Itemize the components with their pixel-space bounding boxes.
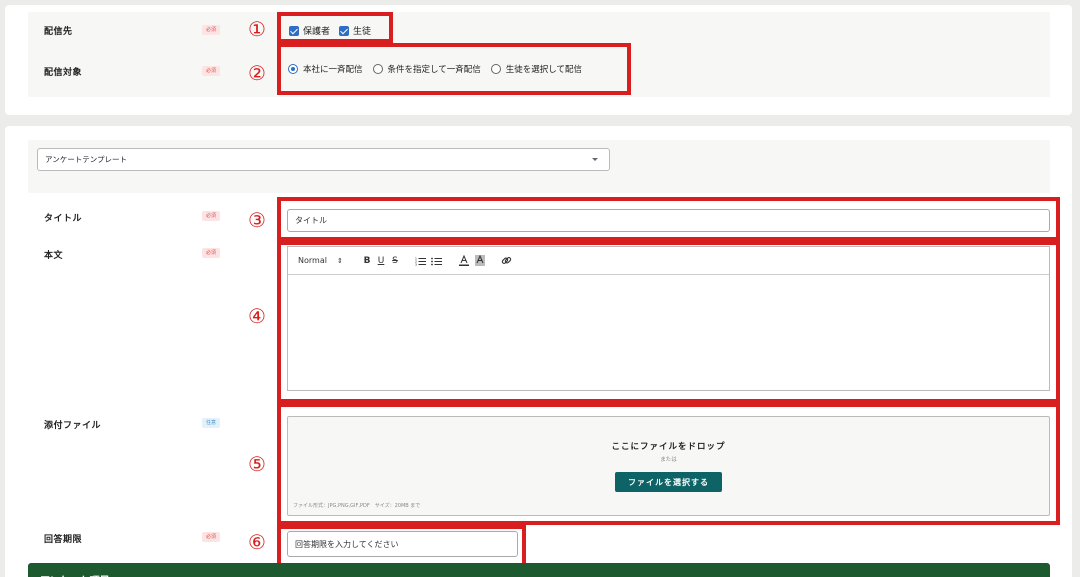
template-select[interactable]: アンケートテンプレート [37,148,610,171]
deadline-input-placeholder: 回答期限を入力してください [295,539,399,549]
svg-text:3: 3 [415,262,417,266]
radio-condition-label: 条件を指定して一斉配信 [387,65,481,75]
body-rich-text-editor: Normal ⇕ B U S 123 [287,246,1050,391]
attachment-label: 添付ファイル [44,421,102,431]
format-select-value: Normal [298,256,327,265]
radio-selected-icon [288,64,298,74]
annotation-2: ② [248,61,266,85]
ordered-list-icon[interactable]: 123 [412,254,428,268]
text-color-icon[interactable] [456,254,472,268]
annotation-1: ① [248,17,266,41]
drop-zone-or-text: または [660,457,677,463]
target-label: 配信対象 [44,68,83,78]
target-required-badge: 必須 [202,66,221,76]
title-required-badge: 必須 [202,211,221,221]
strike-button[interactable]: S [388,254,402,268]
radio-all-label: 本社に一斉配信 [303,65,363,75]
checkbox-guardian[interactable]: 保護者 [289,24,330,37]
format-select[interactable]: Normal ⇕ [298,254,348,268]
annotation-4: ④ [248,304,266,328]
radio-unselected-icon [490,64,501,74]
link-icon[interactable] [498,254,514,268]
annotation-6: ⑥ [248,530,266,554]
format-select-arrows-icon: ⇕ [336,256,343,265]
survey-items-section-header: アンケート項目 [28,563,1050,577]
deadline-label: 回答期限 [44,535,83,545]
title-label: タイトル [44,214,83,224]
destination-label: 配信先 [44,27,73,37]
radio-select-label: 生徒を選択して配信 [505,65,583,75]
body-required-badge: 必須 [202,248,221,258]
radio-unselected-icon [372,64,383,74]
checkbox-student-label: 生徒 [353,27,372,37]
radio-select-students[interactable]: 生徒を選択して配信 [490,63,583,75]
annotation-3: ③ [248,208,266,232]
file-format-note: ファイル形式：JPG,PNG,GIF,PDF サイズ：20MB まで [293,503,421,509]
checkbox-student[interactable]: 生徒 [339,24,371,37]
title-input[interactable]: タイトル [287,209,1050,232]
underline-button[interactable]: U [374,254,388,268]
file-drop-zone[interactable]: ここにファイルをドロップ または ファイルを選択する ファイル形式：JPG,PN… [287,416,1050,516]
chevron-down-icon [592,158,598,161]
editor-toolbar: Normal ⇕ B U S 123 [288,247,1049,275]
attachment-optional-badge: 任意 [202,418,221,428]
deadline-required-badge: 必須 [202,532,221,542]
bullet-list-icon[interactable] [428,254,444,268]
body-label: 本文 [44,251,64,261]
radio-all[interactable]: 本社に一斉配信 [288,63,363,75]
radio-condition[interactable]: 条件を指定して一斉配信 [372,63,481,75]
annotation-5: ⑤ [248,452,266,476]
checkbox-guardian-label: 保護者 [303,27,331,37]
select-file-button[interactable]: ファイルを選択する [615,472,722,492]
bold-button[interactable]: B [360,254,374,268]
deadline-input[interactable]: 回答期限を入力してください [287,531,518,557]
destination-required-badge: 必須 [202,25,221,35]
background-color-icon[interactable] [472,254,488,268]
checkbox-checked-icon [289,25,299,36]
checkbox-checked-icon [339,25,349,36]
target-radio-group: 本社に一斉配信 条件を指定して一斉配信 生徒を選択して配信 [288,63,582,75]
drop-zone-title: ここにファイルをドロップ [611,442,726,452]
template-select-value: アンケートテンプレート [45,155,127,164]
title-input-value: タイトル [295,216,327,225]
